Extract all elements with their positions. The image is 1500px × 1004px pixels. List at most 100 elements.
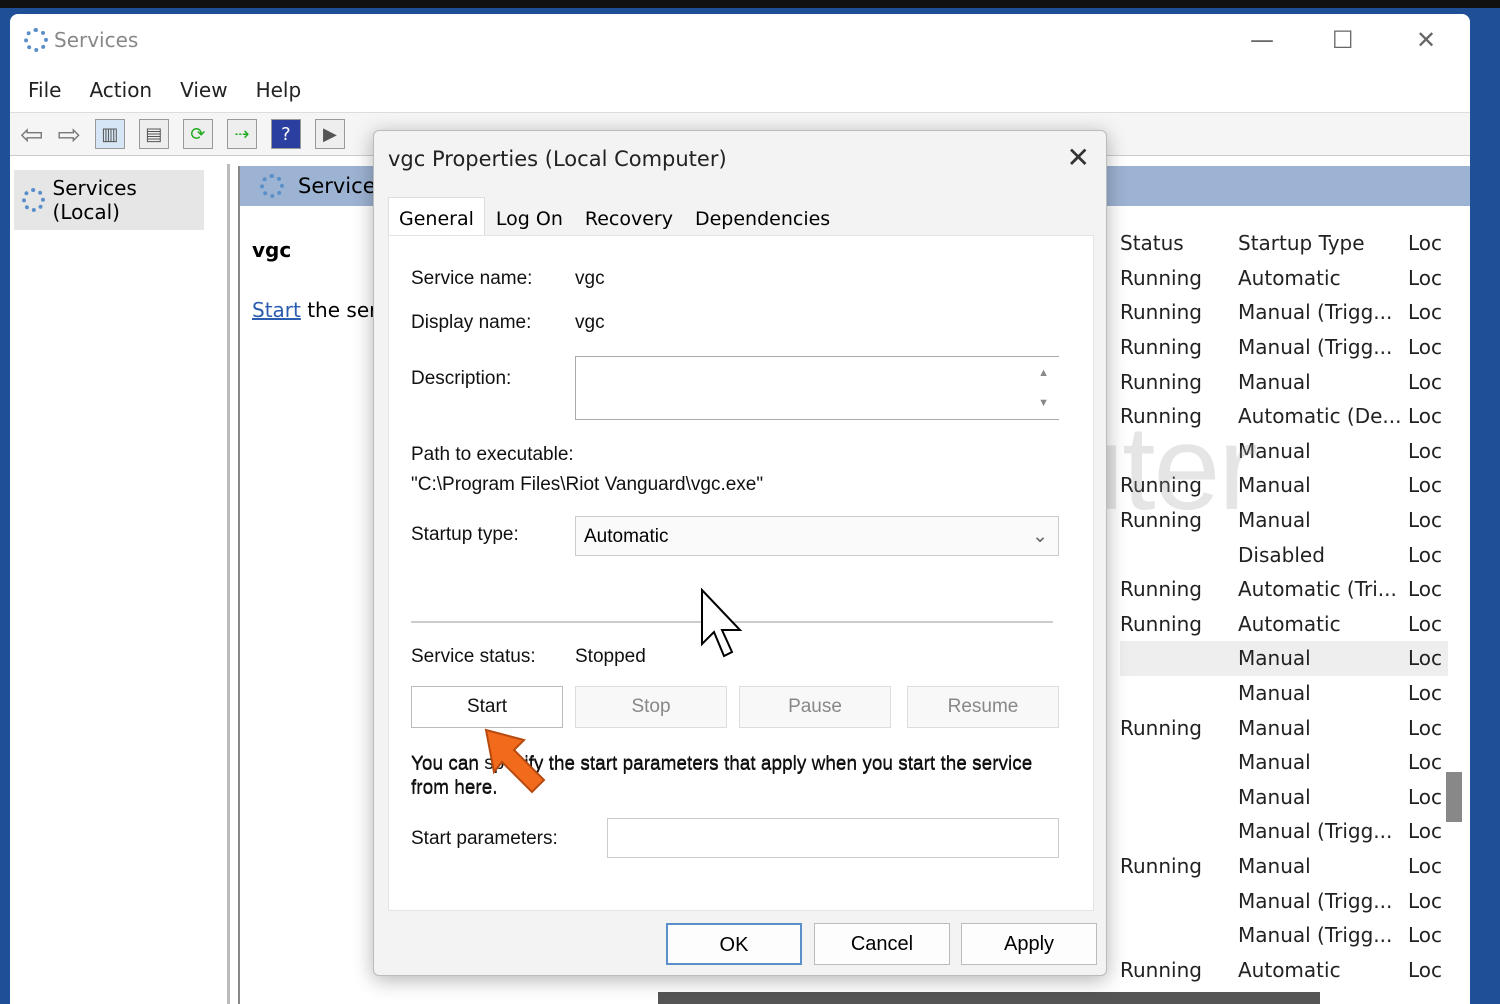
startup-type-select[interactable]: Automatic ⌄ <box>575 516 1059 556</box>
refresh-icon[interactable]: ⟳ <box>182 119 213 149</box>
service-status-label: Service status: <box>411 646 536 667</box>
table-row[interactable]: Running Automatic Loc <box>1120 952 1448 987</box>
table-cell: Loc <box>1408 923 1443 948</box>
table-cell: Manual <box>1238 646 1311 671</box>
table-cell: Loc <box>1408 784 1443 809</box>
table-cell: Loc <box>1408 438 1443 463</box>
table-row[interactable]: Manual Loc <box>1120 676 1448 711</box>
start-service-link[interactable]: Start <box>252 298 301 322</box>
table-row[interactable]: Running Manual (Trigg... Loc <box>1120 330 1448 365</box>
table-cell: Loc <box>1408 300 1443 325</box>
properties-icon[interactable]: ▤ <box>138 119 169 149</box>
dialog-close-button[interactable]: ✕ <box>1067 141 1090 174</box>
table-row[interactable]: Manual Loc <box>1120 780 1448 815</box>
resume-button[interactable]: Resume <box>907 686 1059 728</box>
table-cell: Loc <box>1408 681 1443 706</box>
cancel-button[interactable]: Cancel <box>814 923 950 965</box>
table-row[interactable]: Disabled Loc <box>1120 537 1448 572</box>
service-name-value: vgc <box>575 268 605 289</box>
menu-view[interactable]: View <box>180 78 227 102</box>
services-gear-icon <box>24 28 48 52</box>
table-cell: Loc <box>1408 611 1443 636</box>
show-action-pane-icon[interactable]: ▶ <box>314 119 345 149</box>
path-label: Path to executable: <box>411 444 574 465</box>
table-row[interactable]: Running Automatic Loc <box>1120 607 1448 642</box>
ok-button[interactable]: OK <box>666 923 802 965</box>
table-row[interactable]: Running Manual Loc <box>1120 849 1448 884</box>
show-hide-console-tree-icon[interactable]: ▥ <box>94 119 125 149</box>
horizontal-scrollbar-thumb[interactable] <box>658 992 1320 1004</box>
table-row[interactable]: Running Manual Loc <box>1120 710 1448 745</box>
menu-action[interactable]: Action <box>89 78 152 102</box>
table-cell: Automatic <box>1238 957 1341 982</box>
table-cell: Manual <box>1238 715 1311 740</box>
table-cell: Loc <box>1408 404 1443 429</box>
table-cell: Running <box>1120 300 1202 325</box>
pause-button[interactable]: Pause <box>739 686 891 728</box>
table-cell: Manual <box>1238 473 1311 498</box>
scroll-up-icon[interactable]: ▲ <box>1038 367 1049 379</box>
maximize-button[interactable]: ☐ <box>1332 26 1354 54</box>
table-cell: Loc <box>1408 819 1443 844</box>
table-cell: Running <box>1120 577 1202 602</box>
minimize-button[interactable]: — <box>1250 26 1274 54</box>
table-cell: Manual <box>1238 369 1311 394</box>
table-row[interactable]: Manual Loc <box>1120 745 1448 780</box>
menu-bar: File Action View Help <box>28 78 301 102</box>
export-list-icon[interactable]: ⇢ <box>226 119 257 149</box>
list-header: Status Startup Type Loc <box>1120 226 1448 261</box>
scroll-down-icon[interactable]: ▼ <box>1038 397 1049 409</box>
table-row[interactable]: Manual Loc <box>1120 641 1448 676</box>
screen-top-edge <box>0 0 1500 8</box>
back-arrow-icon[interactable]: ⇦ <box>20 118 43 151</box>
column-header[interactable]: Status <box>1120 231 1238 255</box>
stop-button[interactable]: Stop <box>575 686 727 728</box>
table-cell: Automatic (De... <box>1238 404 1402 429</box>
table-row[interactable]: Running Automatic Loc <box>1120 261 1448 296</box>
description-field[interactable]: ▲ ▼ <box>575 356 1059 420</box>
tree-item-label: Services (Local) <box>52 176 137 224</box>
table-cell: Manual (Trigg... <box>1238 300 1393 325</box>
table-cell: Loc <box>1408 577 1443 602</box>
help-icon[interactable]: ? <box>270 119 301 149</box>
vertical-scrollbar-thumb[interactable] <box>1446 772 1462 822</box>
start-button[interactable]: Start <box>411 686 563 728</box>
table-row[interactable]: Manual (Trigg... Loc <box>1120 814 1448 849</box>
table-row[interactable]: Running Automatic (Tri... Loc <box>1120 572 1448 607</box>
table-cell: Loc <box>1408 957 1443 982</box>
table-cell: Automatic <box>1238 611 1341 636</box>
start-parameters-input[interactable] <box>607 818 1059 858</box>
table-cell: Running <box>1120 957 1202 982</box>
table-row[interactable]: Running Manual Loc <box>1120 364 1448 399</box>
apply-button[interactable]: Apply <box>961 923 1097 965</box>
table-row[interactable]: Running Manual (Trigg... Loc <box>1120 295 1448 330</box>
table-cell: Loc <box>1408 508 1443 533</box>
display-name-value: vgc <box>575 312 605 333</box>
menu-file[interactable]: File <box>28 78 61 102</box>
table-cell: Manual (Trigg... <box>1238 923 1393 948</box>
table-cell: Manual <box>1238 750 1311 775</box>
table-cell: Running <box>1120 265 1202 290</box>
menu-help[interactable]: Help <box>256 78 302 102</box>
table-row[interactable]: Manual (Trigg... Loc <box>1120 918 1448 953</box>
column-header[interactable]: Startup Type <box>1238 231 1408 255</box>
forward-arrow-icon[interactable]: ⇨ <box>57 118 80 151</box>
chevron-down-icon: ⌄ <box>1032 526 1048 547</box>
table-cell: Loc <box>1408 369 1443 394</box>
startup-type-label: Startup type: <box>411 524 519 545</box>
table-row[interactable]: Manual (Trigg... Loc <box>1120 883 1448 918</box>
table-cell: Manual (Trigg... <box>1238 335 1393 360</box>
service-name-label: Service name: <box>411 268 533 289</box>
table-cell: Loc <box>1408 473 1443 498</box>
table-cell: Manual <box>1238 508 1311 533</box>
table-cell: Loc <box>1408 853 1443 878</box>
table-cell: Running <box>1120 853 1202 878</box>
start-service-text: Start the serv <box>252 298 389 322</box>
table-cell: Manual (Trigg... <box>1238 888 1393 913</box>
tree-item-services-local[interactable]: Services (Local) <box>14 170 204 230</box>
close-button[interactable]: ✕ <box>1416 26 1436 54</box>
column-header[interactable]: Loc <box>1408 231 1448 255</box>
mouse-cursor-icon <box>701 588 743 658</box>
services-gear-icon <box>22 188 45 212</box>
table-cell: Manual <box>1238 681 1311 706</box>
